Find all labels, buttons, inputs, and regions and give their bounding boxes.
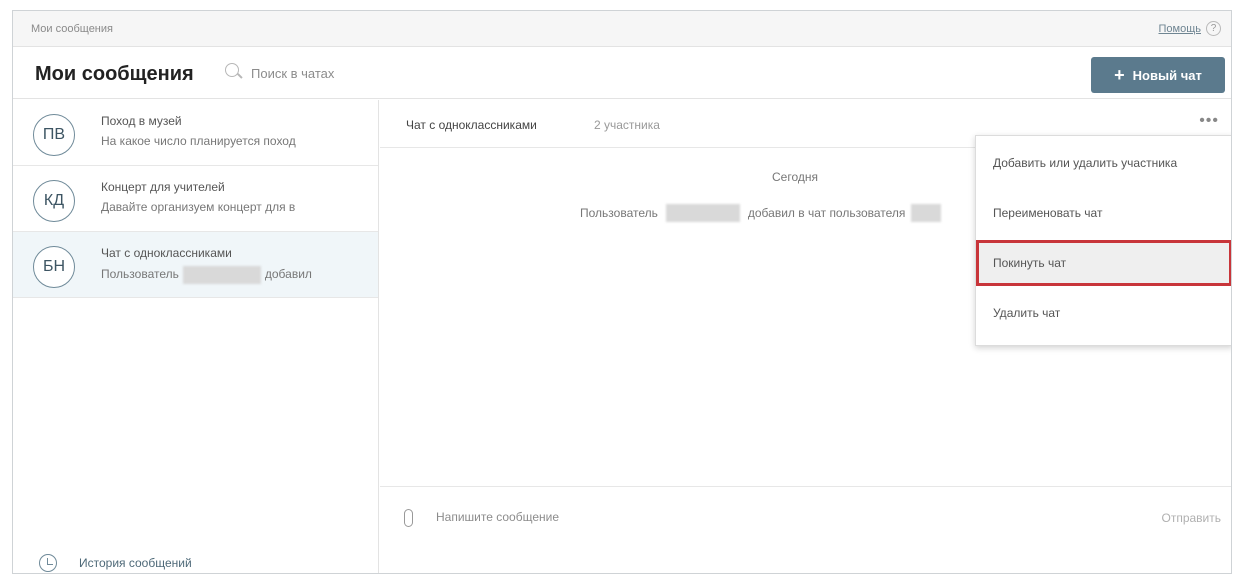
avatar: КД (33, 180, 75, 222)
message-input[interactable] (436, 507, 1036, 527)
members-count[interactable]: 2 участника (594, 118, 660, 132)
breadcrumb: Мои сообщения (31, 23, 113, 35)
system-message-start: Пользователь (580, 206, 658, 220)
history-label: История сообщений (79, 556, 192, 570)
send-button[interactable]: Отправить (1161, 511, 1221, 525)
messages-window: Мои сообщения Помощь ? Мои сообщения + Н… (12, 10, 1232, 574)
search-input[interactable] (251, 61, 421, 85)
message-composer: Отправить (380, 486, 1231, 573)
menu-item-rename-chat[interactable]: Переименовать чат (976, 190, 1231, 236)
history-link[interactable]: История сообщений (39, 553, 192, 573)
chat-item-museum[interactable]: ПВ Поход в музей На какое число планируе… (13, 100, 378, 166)
system-message-mid: добавил в чат пользователя (747, 206, 906, 220)
search-box (225, 61, 425, 85)
date-separator: Сегодня (772, 170, 818, 184)
chat-list: ПВ Поход в музей На какое число планируе… (13, 100, 379, 573)
redacted-username (911, 204, 942, 222)
avatar: БН (33, 246, 75, 288)
preview-start: Пользователь (101, 267, 179, 282)
menu-item-manage-members[interactable]: Добавить или удалить участника (976, 140, 1231, 186)
chat-options-menu: Добавить или удалить участника Переимено… (975, 135, 1231, 346)
more-options-icon[interactable]: ••• (1199, 112, 1219, 130)
chat-name: Чат с одноклассниками (101, 246, 232, 260)
top-bar: Мои сообщения Помощь ? (13, 11, 1231, 47)
chat-preview: Пользователь добавил (101, 266, 312, 284)
redacted-username (665, 204, 740, 222)
chat-preview: Давайте организуем концерт для в (101, 200, 296, 214)
new-chat-label: Новый чат (1132, 67, 1202, 83)
history-clock-icon (39, 554, 57, 572)
menu-item-delete-chat[interactable]: Удалить чат (976, 290, 1231, 336)
chat-name: Концерт для учителей (101, 180, 225, 194)
new-chat-button[interactable]: + Новый чат (1091, 57, 1225, 93)
page-title: Мои сообщения (35, 63, 194, 85)
help-link[interactable]: Помощь (1159, 23, 1202, 35)
page-header: Мои сообщения + Новый чат (13, 47, 1231, 99)
redacted-username (182, 266, 261, 284)
chat-item-classmates[interactable]: БН Чат с одноклассниками Пользователь доб… (13, 232, 378, 298)
plus-icon: + (1114, 65, 1125, 85)
help-icon[interactable]: ? (1206, 21, 1221, 36)
system-message: Пользователь добавил в чат пользователя (580, 204, 949, 222)
menu-item-leave-chat[interactable]: Покинуть чат (976, 240, 1231, 286)
paperclip-icon[interactable] (404, 509, 413, 527)
chat-item-concert[interactable]: КД Концерт для учителей Давайте организу… (13, 166, 378, 232)
preview-end: добавил (264, 267, 312, 282)
avatar: ПВ (33, 114, 75, 156)
chat-title: Чат с одноклассниками (406, 118, 537, 132)
search-icon (225, 63, 239, 77)
chat-name: Поход в музей (101, 114, 182, 128)
chat-preview: На какое число планируется поход (101, 134, 296, 148)
